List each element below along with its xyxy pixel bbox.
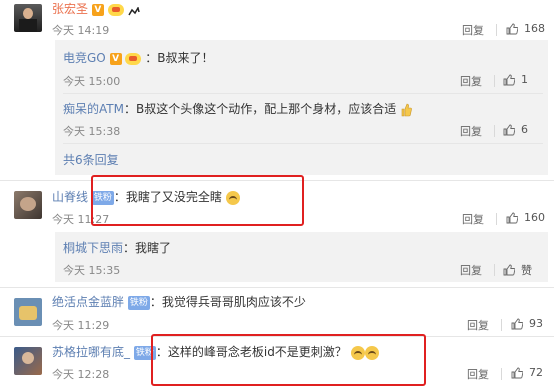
- cat-icon: [127, 5, 140, 15]
- username[interactable]: 山脊线: [52, 190, 88, 204]
- like-count: 72: [529, 366, 543, 379]
- divider: [494, 264, 495, 276]
- reply-text: ：我瞎了: [123, 241, 172, 255]
- like-count: 1: [521, 73, 528, 86]
- verified-icon: V: [109, 52, 122, 65]
- verified-icon: V: [91, 3, 104, 16]
- like-count: 160: [524, 211, 545, 224]
- like-button[interactable]: 6: [503, 123, 528, 136]
- username[interactable]: 桐城下思雨: [63, 241, 123, 255]
- reply-item: 电竞GO V ：B叔来了！: [63, 50, 213, 66]
- like-label: 赞: [521, 264, 532, 277]
- comment-text: ：我觉得兵哥哥肌肉应该不少: [149, 295, 306, 309]
- avatar[interactable]: [14, 347, 42, 375]
- reply-button[interactable]: 回复: [462, 22, 484, 38]
- reply-text: ：B叔来了！: [145, 51, 214, 65]
- reply-button[interactable]: 回复: [467, 366, 489, 382]
- divider: [496, 24, 497, 36]
- divider: [501, 319, 502, 331]
- like-count: 93: [529, 317, 543, 330]
- reply-button[interactable]: 回复: [462, 211, 484, 227]
- timestamp: 今天 15:00: [63, 75, 121, 88]
- more-replies-link[interactable]: 共6条回复: [63, 152, 119, 168]
- highlight-box: [151, 334, 426, 386]
- reply-button[interactable]: 回复: [460, 73, 482, 89]
- divider: [501, 368, 502, 380]
- thumbs-up-emoji-icon: [400, 103, 412, 117]
- like-button[interactable]: 168: [506, 22, 545, 35]
- member-crown-icon: [125, 52, 142, 65]
- divider: [496, 213, 497, 225]
- thumb-up-icon: [503, 264, 515, 276]
- reply-item: 痴呆的ATM：B叔这个头像这个动作，配上那个身材，应该合适: [63, 101, 412, 117]
- reply-item: 桐城下思雨：我瞎了: [63, 240, 171, 256]
- username[interactable]: 电竞GO: [63, 51, 106, 65]
- timestamp: 今天 15:35: [63, 264, 121, 277]
- thumb-up-icon: [506, 212, 518, 223]
- avatar[interactable]: [14, 4, 42, 32]
- divider: [63, 93, 543, 94]
- thumb-up-icon: [503, 74, 515, 85]
- reply-button[interactable]: 回复: [460, 262, 482, 278]
- highlight-box: [91, 175, 304, 226]
- like-button[interactable]: 赞: [503, 262, 532, 278]
- avatar[interactable]: [14, 298, 42, 326]
- like-button[interactable]: 160: [506, 211, 545, 224]
- divider: [0, 287, 554, 288]
- timestamp: 今天 12:28: [52, 368, 110, 381]
- comment-header: 张宏圣 V: [52, 1, 140, 17]
- thumb-up-icon: [506, 23, 518, 34]
- like-count: 6: [521, 123, 528, 136]
- member-crown-icon: [107, 3, 124, 16]
- divider: [494, 125, 495, 137]
- username[interactable]: 苏格拉哪有底_: [52, 345, 130, 359]
- reply-text: ：B叔这个头像这个动作，配上那个身材，应该合适: [123, 102, 397, 116]
- comment-header: 绝活点金蓝胖 铁粉 ：我觉得兵哥哥肌肉应该不少: [52, 294, 306, 310]
- divider: [63, 143, 543, 144]
- reply-button[interactable]: 回复: [460, 123, 482, 139]
- username[interactable]: 绝活点金蓝胖: [52, 295, 124, 309]
- thumb-up-icon: [511, 318, 523, 329]
- timestamp: 今天 15:38: [63, 125, 121, 138]
- username[interactable]: 痴呆的ATM: [63, 102, 124, 116]
- like-count: 168: [524, 22, 545, 35]
- thumb-up-icon: [511, 367, 523, 378]
- like-button[interactable]: 93: [511, 317, 543, 330]
- timestamp: 今天 14:19: [52, 24, 110, 37]
- timestamp: 今天 11:29: [52, 319, 110, 332]
- avatar[interactable]: [14, 191, 42, 219]
- divider: [494, 75, 495, 87]
- username[interactable]: 张宏圣: [52, 2, 88, 16]
- reply-button[interactable]: 回复: [467, 317, 489, 333]
- thumb-up-icon: [503, 124, 515, 135]
- fan-badge: 铁粉: [127, 295, 150, 310]
- like-button[interactable]: 72: [511, 366, 543, 379]
- like-button[interactable]: 1: [503, 73, 528, 86]
